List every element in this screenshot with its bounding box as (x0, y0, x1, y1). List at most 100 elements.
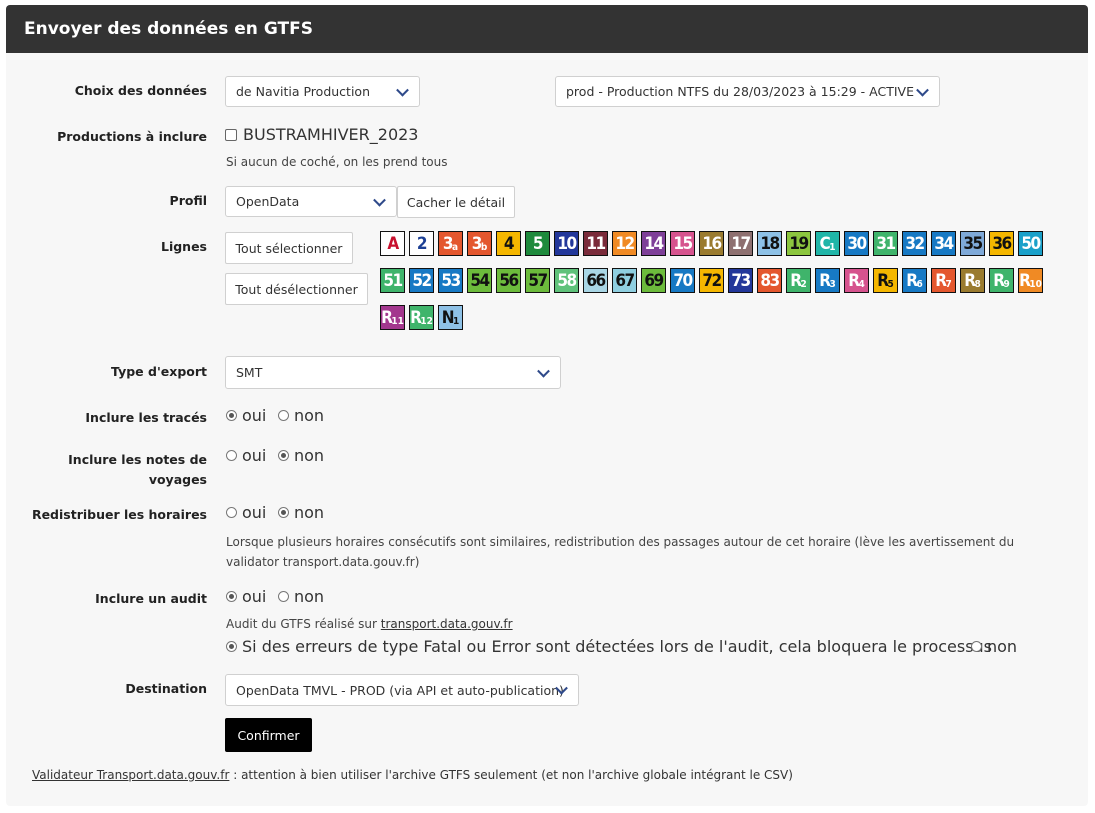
line-badge[interactable]: 15 (670, 231, 695, 256)
option-label: non (294, 446, 325, 465)
line-badge-label: 18 (760, 233, 780, 254)
line-badge[interactable]: 67 (612, 268, 637, 293)
line-badge[interactable]: 4 (496, 231, 521, 256)
radio-traces-oui[interactable] (226, 410, 237, 421)
traces-non[interactable]: non (278, 406, 324, 425)
line-badge[interactable]: 52 (409, 268, 434, 293)
line-badge[interactable]: 58 (554, 268, 579, 293)
line-badge[interactable]: 3a (438, 231, 463, 256)
line-badge[interactable]: R8 (960, 268, 985, 293)
line-badge[interactable]: 54 (467, 268, 492, 293)
chevron-down-icon (537, 364, 550, 378)
line-badge[interactable]: 73 (728, 268, 753, 293)
line-badge[interactable]: R9 (989, 268, 1014, 293)
select-all-button[interactable]: Tout sélectionner (225, 232, 353, 264)
line-badge[interactable]: 35 (960, 231, 985, 256)
line-badge[interactable]: 14 (641, 231, 666, 256)
line-badge[interactable]: 70 (670, 268, 695, 293)
line-badge[interactable]: 12 (612, 231, 637, 256)
line-badge[interactable]: 83 (757, 268, 782, 293)
line-badge[interactable]: R 12 (409, 305, 434, 330)
line-badge[interactable]: 66 (583, 268, 608, 293)
redistribuer-oui[interactable]: oui (226, 503, 266, 522)
line-badge[interactable]: 5 (525, 231, 550, 256)
audit-block-label: Si des erreurs de type Fatal ou Error so… (242, 637, 993, 656)
line-badge[interactable]: 11 (583, 231, 608, 256)
line-badge[interactable]: R2 (786, 268, 811, 293)
panel-title: Envoyer des données en GTFS (6, 5, 1088, 53)
line-badge[interactable]: R7 (931, 268, 956, 293)
line-badge[interactable]: 51 (380, 268, 405, 293)
line-badge[interactable]: 10 (554, 231, 579, 256)
radio-redistribuer-oui[interactable] (226, 507, 237, 518)
option-label: oui (242, 406, 267, 425)
traces-oui[interactable]: oui (226, 406, 266, 425)
radio-notes-oui[interactable] (226, 450, 237, 461)
audit-non[interactable]: non (278, 587, 324, 606)
production-select[interactable]: prod - Production NTFS du 28/03/2023 à 1… (555, 76, 940, 107)
export-select[interactable]: SMT (225, 356, 561, 389)
line-badge[interactable]: R6 (902, 268, 927, 293)
footer-note: Validateur Transport.data.gouv.fr : atte… (32, 768, 793, 782)
radio-audit-block-yes[interactable] (226, 641, 237, 652)
line-badge[interactable]: 17 (728, 231, 753, 256)
validator-link[interactable]: Validateur Transport.data.gouv.fr (32, 768, 229, 782)
destination-select[interactable]: OpenData TMVL - PROD (via API et auto-pu… (225, 674, 579, 706)
line-badge[interactable]: 36 (989, 231, 1014, 256)
notes-oui[interactable]: oui (226, 446, 266, 465)
line-badge[interactable]: R5 (873, 268, 898, 293)
audit-block-yes[interactable]: Si des erreurs de type Fatal ou Error so… (226, 637, 992, 656)
line-badge[interactable]: 18 (757, 231, 782, 256)
line-badge[interactable]: 72 (699, 268, 724, 293)
confirm-button[interactable]: Confirmer (225, 718, 312, 752)
line-badge[interactable]: A (380, 231, 405, 256)
line-badge-sub: a (452, 242, 459, 253)
line-badge-label: 19 (789, 233, 809, 254)
line-badge[interactable]: 31 (873, 231, 898, 256)
line-badge-label: 70 (673, 270, 693, 291)
redistribuer-non[interactable]: non (278, 503, 324, 522)
line-badge-label: 32 (905, 233, 925, 254)
line-badge[interactable]: N1 (438, 305, 463, 330)
radio-traces-non[interactable] (278, 410, 289, 421)
radio-audit-non[interactable] (278, 591, 289, 602)
audit-oui[interactable]: oui (226, 587, 266, 606)
line-badge[interactable]: R 10 (1018, 268, 1043, 293)
line-badge[interactable]: R4 (844, 268, 869, 293)
line-badge-label: R (819, 270, 831, 291)
line-badge[interactable]: R3 (815, 268, 840, 293)
export-label: Type d'export (111, 364, 207, 379)
radio-redistribuer-non[interactable] (278, 507, 289, 518)
profil-select[interactable]: OpenData (225, 186, 397, 217)
line-badge-label: 52 (412, 270, 432, 291)
line-badge-label: R (906, 270, 918, 291)
line-badge[interactable]: 19 (786, 231, 811, 256)
deselect-all-button[interactable]: Tout désélectionner (225, 273, 368, 305)
audit-block-non[interactable]: non (971, 637, 1017, 656)
radio-audit-oui[interactable] (226, 591, 237, 602)
line-badge[interactable]: 53 (438, 268, 463, 293)
line-badge[interactable]: 56 (496, 268, 521, 293)
line-badge[interactable]: 16 (699, 231, 724, 256)
line-badge[interactable]: C1 (815, 231, 840, 256)
hide-detail-button[interactable]: Cacher le détail (397, 186, 515, 218)
notes-non[interactable]: non (278, 446, 324, 465)
line-badge[interactable]: 69 (641, 268, 666, 293)
line-badge[interactable]: 50 (1018, 231, 1043, 256)
line-badge-sub: 8 (974, 279, 981, 290)
footer-text: : attention à bien utiliser l'archive GT… (229, 768, 793, 782)
radio-audit-block-non[interactable] (971, 641, 982, 652)
line-badge[interactable]: 2 (409, 231, 434, 256)
production-checkbox[interactable] (225, 128, 237, 141)
line-badge[interactable]: R 11 (380, 305, 405, 330)
line-badge[interactable]: 30 (844, 231, 869, 256)
line-badge[interactable]: 57 (525, 268, 550, 293)
line-badge[interactable]: 34 (931, 231, 956, 256)
production-checkbox-row[interactable]: BUSTRAMHIVER_2023 (225, 125, 418, 144)
line-badge[interactable]: 3b (467, 231, 492, 256)
line-badge[interactable]: 32 (902, 231, 927, 256)
source-select[interactable]: de Navitia Production (225, 76, 420, 107)
line-badge-label: 30 (847, 233, 867, 254)
audit-help-link[interactable]: transport.data.gouv.fr (381, 617, 513, 631)
radio-notes-non[interactable] (278, 450, 289, 461)
